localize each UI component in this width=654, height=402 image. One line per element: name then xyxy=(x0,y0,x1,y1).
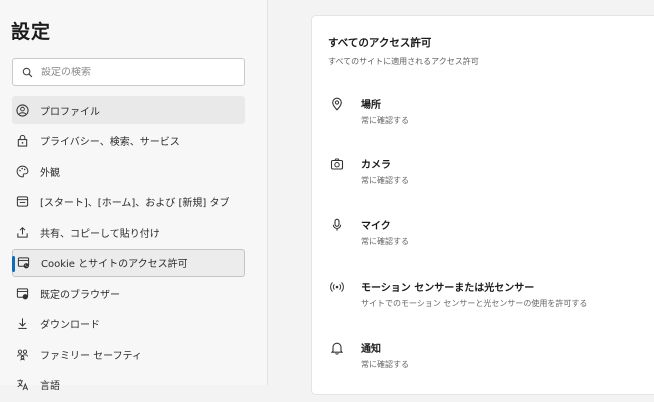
sidebar-item-label: プライバシー、検索、サービス xyxy=(40,137,180,148)
permission-notifications[interactable]: 通知 常に確認する xyxy=(312,340,654,402)
profile-icon xyxy=(15,103,29,117)
permission-title: マイク xyxy=(361,221,391,232)
permission-title: 場所 xyxy=(361,100,381,111)
sidebar-item-label: ファミリー セーフティ xyxy=(40,350,142,362)
settings-title: 設定 xyxy=(11,21,52,43)
permission-title: 通知 xyxy=(361,344,381,355)
permission-title: カメラ xyxy=(361,160,391,171)
camera-icon xyxy=(329,156,345,172)
microphone-icon xyxy=(329,217,345,233)
sidebar-item-label: プロファイル xyxy=(40,106,100,118)
tabs-icon xyxy=(15,195,29,209)
permissions-description: すべてのサイトに適用されるアクセス許可 xyxy=(328,57,479,66)
permission-title: モーション センサーまたは光センサー xyxy=(361,283,535,294)
sidebar-item-family-safety[interactable]: ファミリー セーフティ xyxy=(12,340,245,368)
sidebar-item-cookies-site-permissions[interactable]: Cookie とサイトのアクセス許可 xyxy=(12,248,245,277)
sidebar-item-appearance[interactable]: 外観 xyxy=(12,157,245,185)
main-content: すべてのアクセス許可 すべてのサイトに適用されるアクセス許可 場所 常に確認する… xyxy=(269,0,654,395)
browser-icon xyxy=(15,286,29,300)
share-icon xyxy=(15,225,29,239)
permission-status: 常に確認する xyxy=(361,176,409,185)
sidebar-item-label: [スタート]、[ホーム]、および [新規] タブ xyxy=(40,198,230,209)
permission-location[interactable]: 場所 常に確認する xyxy=(312,96,654,158)
permission-status: サイトでのモーション センサーと光センサーの使用を許可する xyxy=(361,299,588,308)
permission-motion-light-sensors[interactable]: モーション センサーまたは光センサー サイトでのモーション センサーと光センサー… xyxy=(312,279,654,341)
permissions-title: すべてのアクセス許可 xyxy=(328,37,432,49)
location-icon xyxy=(329,96,345,112)
search-input[interactable] xyxy=(41,66,231,78)
permission-status: 常に確認する xyxy=(361,360,409,369)
sidebar-item-label: 外観 xyxy=(40,167,60,179)
sidebar-item-label: 共有、コピーして貼り付け xyxy=(40,228,160,240)
sidebar-item-share-copy-paste[interactable]: 共有、コピーして貼り付け xyxy=(12,218,245,246)
sidebar-item-label: Cookie とサイトのアクセス許可 xyxy=(41,259,188,270)
cookie-icon xyxy=(16,256,30,270)
sidebar-item-default-browser[interactable]: 既定のブラウザー xyxy=(12,279,245,307)
search-icon xyxy=(13,67,41,78)
search-box[interactable] xyxy=(12,58,245,86)
permission-microphone[interactable]: マイク 常に確認する xyxy=(312,217,654,279)
sidebar: 設定 プロファイル プライバシー、検索、サービス 外観 xyxy=(0,0,268,392)
download-icon xyxy=(15,317,29,331)
sidebar-nav: プロファイル プライバシー、検索、サービス 外観 [スタート]、[ホーム]、およ… xyxy=(0,96,268,401)
sidebar-item-label: ダウンロード xyxy=(40,320,100,331)
appearance-icon xyxy=(15,164,29,178)
permissions-card: すべてのアクセス許可 すべてのサイトに適用されるアクセス許可 場所 常に確認する… xyxy=(311,15,654,395)
lock-icon xyxy=(15,134,29,148)
sidebar-item-label: 既定のブラウザー xyxy=(40,289,120,301)
permission-status: 常に確認する xyxy=(361,237,409,246)
sidebar-item-start-home-tabs[interactable]: [スタート]、[ホーム]、および [新規] タブ xyxy=(12,188,245,216)
permissions-header: すべてのアクセス許可 すべてのサイトに適用されるアクセス許可 xyxy=(328,35,479,67)
family-icon xyxy=(15,347,29,361)
sidebar-item-downloads[interactable]: ダウンロード xyxy=(12,310,245,338)
bell-icon xyxy=(329,340,345,356)
motion-sensor-icon xyxy=(329,279,345,295)
sidebar-item-privacy[interactable]: プライバシー、検索、サービス xyxy=(12,127,245,155)
permission-status: 常に確認する xyxy=(361,116,409,125)
permission-camera[interactable]: カメラ 常に確認する xyxy=(312,156,654,218)
sidebar-item-profile[interactable]: プロファイル xyxy=(12,96,245,124)
